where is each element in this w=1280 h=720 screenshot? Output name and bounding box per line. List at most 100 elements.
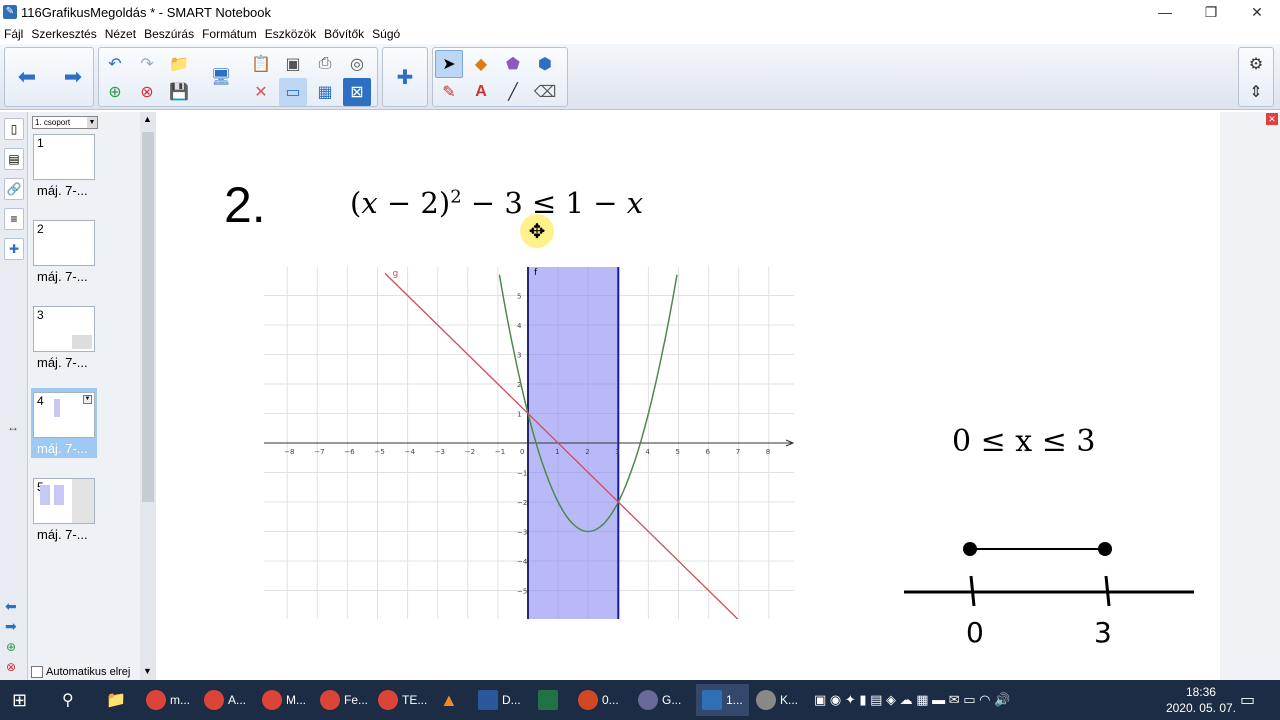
line-icon[interactable]: ╱: [499, 78, 527, 106]
shapes-icon[interactable]: ◆: [467, 50, 495, 78]
document-camera-icon[interactable]: ◎: [343, 50, 371, 78]
gallery-tab-icon[interactable]: ▤: [4, 148, 24, 170]
chevron-down-icon: ▼: [87, 117, 97, 128]
taskbar-app-7[interactable]: 0...: [578, 684, 619, 716]
select-arrow-icon[interactable]: ➤: [435, 50, 463, 78]
attachments-tab-icon[interactable]: 🔗: [4, 178, 24, 200]
taskbar-app-8[interactable]: G...: [638, 684, 681, 716]
file-explorer-icon[interactable]: 📁: [106, 684, 126, 716]
taskbar-app-2[interactable]: A...: [204, 684, 246, 716]
delete-icon[interactable]: ✕: [247, 78, 275, 106]
menu-format[interactable]: Formátum: [202, 27, 257, 41]
next-page-button[interactable]: ➡: [59, 63, 87, 91]
menu-file[interactable]: Fájl: [4, 27, 23, 41]
taskbar-app-10[interactable]: K...: [756, 684, 798, 716]
eraser-icon[interactable]: ⌫: [531, 78, 559, 106]
open-folder-icon[interactable]: 📁: [165, 50, 193, 78]
side-next-icon[interactable]: ➡: [5, 618, 17, 635]
delete-page-icon[interactable]: ⊗: [133, 78, 161, 106]
previous-page-button[interactable]: ⬅: [13, 63, 41, 91]
move-toolbar-icon[interactable]: ⇕: [1242, 78, 1270, 106]
nav-group: ⬅ ➡: [4, 47, 94, 107]
gear-icon[interactable]: ⚙: [1242, 50, 1270, 78]
maximize-button[interactable]: ❐: [1188, 0, 1234, 24]
pens-icon[interactable]: ✎: [435, 78, 463, 106]
page-thumbnail-2[interactable]: 2: [33, 220, 95, 266]
checkbox-box[interactable]: [31, 666, 43, 678]
endpoint-3: [1098, 542, 1112, 556]
minimize-button[interactable]: —: [1142, 0, 1188, 24]
page-label-3: máj. 7-...: [37, 355, 88, 370]
x-tick-label: 1: [555, 448, 559, 456]
menu-help[interactable]: Súgó: [372, 27, 400, 41]
addons-tab-icon[interactable]: ✚: [4, 238, 24, 260]
taskbar-app-1[interactable]: m...: [146, 684, 190, 716]
side-prev-icon[interactable]: ⬅: [5, 598, 17, 615]
redo-icon[interactable]: ↷: [133, 50, 161, 78]
number-line[interactable]: 0 3: [900, 536, 1200, 648]
screen-shade-icon[interactable]: ▣: [279, 50, 307, 78]
clock[interactable]: 18:36 2020. 05. 07.: [1166, 684, 1236, 716]
taskbar-app-6[interactable]: D...: [478, 684, 521, 716]
menu-insert[interactable]: Beszúrás: [144, 27, 194, 41]
taskbar-app-5[interactable]: TE...: [378, 684, 427, 716]
fullscreen-icon[interactable]: ⊠: [343, 78, 371, 106]
side-delete-page-icon[interactable]: ⊗: [6, 660, 16, 674]
table-icon[interactable]: ▦: [311, 78, 339, 106]
text-icon[interactable]: A: [467, 78, 495, 106]
save-icon[interactable]: 💾: [165, 78, 193, 106]
vlc-icon[interactable]: ▲: [440, 684, 458, 716]
x-tick-label: 8: [766, 448, 770, 456]
capture-icon[interactable]: ⎙: [311, 50, 339, 78]
problem-number[interactable]: 2.: [224, 176, 266, 234]
page-thumbnail-3[interactable]: 3: [33, 306, 95, 352]
page-thumbnail-4[interactable]: 4 ▼: [33, 392, 95, 438]
add-page-icon[interactable]: ⊕: [101, 78, 129, 106]
tick-3: [1104, 575, 1111, 607]
menu-tools[interactable]: Eszközök: [265, 27, 316, 41]
close-button[interactable]: ✕: [1234, 0, 1280, 24]
taskbar-app-3[interactable]: M...: [262, 684, 306, 716]
menu-edit[interactable]: Szerkesztés: [31, 27, 96, 41]
solution-text[interactable]: 0 ≤ x ≤ 3: [952, 424, 1096, 459]
taskbar-app-9[interactable]: 1...: [696, 684, 749, 716]
page-thumbnail-5[interactable]: 5: [33, 478, 95, 524]
chrome-icon: [378, 690, 398, 710]
properties-tab-icon[interactable]: ≡: [4, 208, 24, 230]
thumb-menu-icon[interactable]: ▼: [83, 395, 92, 404]
excel-logo-icon: [538, 690, 558, 710]
chevron-up-icon[interactable]: ▲: [143, 114, 152, 124]
page-label-4: máj. 7-...: [37, 441, 88, 456]
close-panel-icon[interactable]: ✕: [1266, 113, 1278, 125]
puzzle-icon[interactable]: ✚: [391, 63, 419, 91]
search-icon[interactable]: ⚲: [62, 684, 74, 716]
notifications-icon[interactable]: ▭: [1240, 684, 1255, 716]
page-sorter-tab-icon[interactable]: ▯: [4, 118, 24, 140]
selected-page[interactable]: 4 ▼ máj. 7-...: [31, 388, 97, 458]
chevron-down-icon[interactable]: ▼: [143, 666, 152, 676]
display-screen-icon[interactable]: 🖥: [207, 63, 235, 91]
screen-shade-toggle-icon[interactable]: ▭: [279, 78, 307, 106]
page-thumbnail-1[interactable]: 1: [33, 134, 95, 180]
undo-icon[interactable]: ↶: [101, 50, 129, 78]
start-button[interactable]: ⊞: [12, 684, 27, 716]
magic-pen-icon[interactable]: ⬟: [499, 50, 527, 78]
group-select[interactable]: 1. csoport ▼: [32, 116, 98, 129]
side-add-page-icon[interactable]: ⊕: [6, 640, 16, 654]
resize-handle-icon[interactable]: ↔: [7, 420, 19, 434]
taskbar-app-4[interactable]: Fe...: [320, 684, 368, 716]
menu-view[interactable]: Nézet: [105, 27, 136, 41]
excel-icon[interactable]: [538, 684, 562, 716]
menu-addons[interactable]: Bővítők: [324, 27, 364, 41]
paste-icon[interactable]: 📋: [247, 50, 275, 78]
sorter-scrollbar[interactable]: ▲ ▼: [140, 112, 156, 680]
fill-icon[interactable]: ⬢: [531, 50, 559, 78]
auto-hide-checkbox[interactable]: Automatikus elrej: [31, 666, 130, 678]
scroll-thumb[interactable]: [142, 132, 154, 502]
tray-icons[interactable]: ▣ ◉ ✦ ▮ ▤ ◈ ☁ ▦ ▬ ✉ ▭ ◠ 🔊: [814, 684, 1010, 716]
edit-group: ↶ ↷ 📁 ⊕ ⊗ 💾 🖥 📋 ▣ ⎙ ◎ ✕ ▭ ▦ ⊠: [98, 47, 378, 107]
y-tick-label: −3: [517, 529, 527, 537]
chrome-icon: [320, 690, 340, 710]
inequality-equation[interactable]: (x − 2)2 − 3 ≤ 1 − x: [350, 186, 643, 220]
function-graph[interactable]: −8 −7 −6 −5 −4 −3 −2 −1 0 1 2 3 4 5 6 7 8 54321−1−2−3−4−…: [264, 267, 794, 619]
